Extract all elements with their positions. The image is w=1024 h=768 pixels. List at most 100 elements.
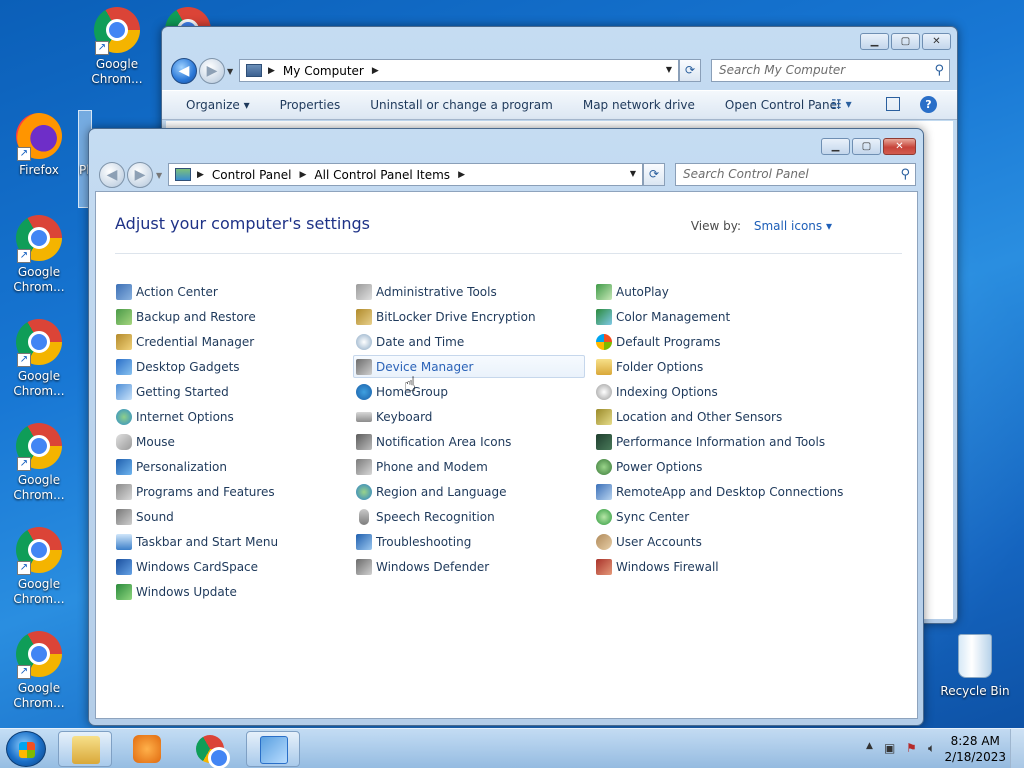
taskbar: ▲ ▣ ⚑ 🔈︎ 8:28 AM 2/18/2023 (0, 728, 1024, 768)
cp-item-bitlocker[interactable]: BitLocker Drive Encryption (353, 305, 537, 328)
cp-item-taskbar-start-menu[interactable]: Taskbar and Start Menu (113, 530, 279, 553)
clock[interactable]: 8:28 AM 2/18/2023 (944, 733, 1006, 765)
desktop-icon-recycle-bin[interactable]: Recycle Bin (938, 632, 1012, 699)
cp-item-region-and-language[interactable]: Region and Language (353, 480, 508, 503)
desktop-icon-chrome-6[interactable]: ↗ Google Chrom... (2, 630, 76, 711)
chevron-down-icon[interactable]: ▼ (666, 65, 672, 74)
cp-item-sync-center[interactable]: Sync Center (593, 505, 690, 528)
forward-button[interactable]: ▶ (127, 162, 153, 188)
search-icon[interactable]: ⚲ (900, 164, 910, 185)
cp-item-mouse[interactable]: Mouse (113, 430, 176, 453)
desktop-icon-firefox[interactable]: ↗ Firefox (2, 112, 76, 178)
cp-item-remoteapp[interactable]: RemoteApp and Desktop Connections (593, 480, 844, 503)
map-network-drive-button[interactable]: Map network drive (583, 98, 695, 112)
cp-item-sound[interactable]: Sound (113, 505, 175, 528)
chevron-down-icon[interactable]: ▼ (630, 169, 636, 178)
cp-item-administrative-tools[interactable]: Administrative Tools (353, 280, 498, 303)
taskbar-control-panel-button[interactable] (246, 731, 300, 767)
cp-item-indexing-options[interactable]: Indexing Options (593, 380, 719, 403)
recent-pages-dropdown[interactable]: ▼ (156, 171, 162, 180)
cp-item-keyboard[interactable]: Keyboard (353, 405, 433, 428)
microphone-icon (359, 508, 369, 525)
network-icon[interactable]: ▣ (884, 741, 895, 755)
taskbar-chrome-button[interactable] (183, 731, 237, 768)
cp-item-windows-firewall[interactable]: Windows Firewall (593, 555, 720, 578)
cp-item-default-programs[interactable]: Default Programs (593, 330, 722, 353)
cp-item-action-center[interactable]: Action Center (113, 280, 219, 303)
cp-item-date-and-time[interactable]: Date and Time (353, 330, 465, 353)
cp-item-programs-and-features[interactable]: Programs and Features (113, 480, 276, 503)
view-by-dropdown[interactable]: Small icons ▾ (754, 219, 832, 233)
cp-item-power-options[interactable]: Power Options (593, 455, 703, 478)
taskbar-media-player-button[interactable] (120, 731, 174, 767)
recycle-bin-icon (951, 634, 999, 682)
cp-item-desktop-gadgets[interactable]: Desktop Gadgets (113, 355, 241, 378)
minimize-button[interactable]: ▁ (821, 138, 850, 155)
remoteapp-icon (596, 483, 612, 500)
search-input[interactable]: Search My Computer ⚲ (711, 59, 950, 82)
cp-item-homegroup[interactable]: HomeGroup (353, 380, 449, 403)
control-panel-window[interactable]: ▁ ▢ ✕ ◀ ▶ ▼ ▶ Control Panel ▶ All Contro… (88, 128, 924, 726)
back-button[interactable]: ◀ (99, 162, 125, 188)
volume-icon[interactable]: 🔈︎ (928, 741, 935, 756)
cp-item-troubleshooting[interactable]: Troubleshooting (353, 530, 472, 553)
cp-item-windows-cardspace[interactable]: Windows CardSpace (113, 555, 259, 578)
recent-pages-dropdown[interactable]: ▼ (227, 67, 233, 76)
desktop-icon-chrome-partial[interactable] (158, 6, 218, 28)
refresh-button[interactable]: ⟳ (679, 59, 701, 82)
refresh-button[interactable]: ⟳ (643, 163, 665, 186)
breadcrumb-control-panel[interactable]: Control Panel (212, 168, 292, 182)
minimize-button[interactable]: ▁ (860, 33, 889, 50)
cp-item-getting-started[interactable]: Getting Started (113, 380, 230, 403)
cp-item-backup-and-restore[interactable]: Backup and Restore (113, 305, 257, 328)
address-bar[interactable]: ▶ My Computer ▶ ▼ (239, 59, 679, 82)
help-icon[interactable]: ? (920, 96, 937, 113)
cp-item-location-sensors[interactable]: Location and Other Sensors (593, 405, 783, 428)
cp-item-user-accounts[interactable]: User Accounts (593, 530, 703, 553)
chrome-icon: ↗ (15, 423, 63, 471)
cp-item-notification-area-icons[interactable]: Notification Area Icons (353, 430, 512, 453)
desktop-icon-label: Google Chrom... (13, 681, 65, 710)
cp-item-color-management[interactable]: Color Management (593, 305, 731, 328)
view-options-icon[interactable]: ☷ ▾ (831, 97, 852, 111)
cp-item-device-manager[interactable]: Device Manager (353, 355, 585, 378)
show-hidden-icons-icon[interactable]: ▲ (866, 741, 873, 751)
open-control-panel-button[interactable]: Open Control Panel (725, 98, 840, 112)
start-button[interactable] (6, 731, 46, 767)
breadcrumb-my-computer[interactable]: My Computer (283, 64, 364, 78)
show-desktop-button[interactable] (1010, 729, 1024, 768)
cp-item-windows-defender[interactable]: Windows Defender (353, 555, 490, 578)
taskbar-explorer-button[interactable] (58, 731, 112, 767)
desktop-icon-chrome-2[interactable]: ↗ Google Chrom... (2, 214, 76, 295)
organize-menu[interactable]: Organize ▾ (186, 98, 250, 112)
desktop-icon-chrome-3[interactable]: ↗ Google Chrom... (2, 318, 76, 399)
cp-item-speech-recognition[interactable]: Speech Recognition (353, 505, 496, 528)
maximize-button[interactable]: ▢ (891, 33, 920, 50)
desktop-icon-chrome-5[interactable]: ↗ Google Chrom... (2, 526, 76, 607)
cp-item-performance-information[interactable]: Performance Information and Tools (593, 430, 826, 453)
cp-item-phone-and-modem[interactable]: Phone and Modem (353, 455, 489, 478)
forward-button[interactable]: ▶ (199, 58, 225, 84)
cp-item-folder-options[interactable]: Folder Options (593, 355, 704, 378)
search-input[interactable]: Search Control Panel ⚲ (675, 163, 916, 186)
cp-item-personalization[interactable]: Personalization (113, 455, 228, 478)
close-button[interactable]: ✕ (922, 33, 951, 50)
cp-item-credential-manager[interactable]: Credential Manager (113, 330, 255, 353)
maximize-button[interactable]: ▢ (852, 138, 881, 155)
action-center-icon[interactable]: ⚑ (906, 741, 917, 755)
search-icon[interactable]: ⚲ (934, 60, 944, 81)
preview-pane-icon[interactable] (886, 97, 900, 111)
cp-item-windows-update[interactable]: Windows Update (113, 580, 238, 603)
close-button[interactable]: ✕ (883, 138, 916, 155)
uninstall-program-button[interactable]: Uninstall or change a program (370, 98, 553, 112)
address-bar[interactable]: ▶ Control Panel ▶ All Control Panel Item… (168, 163, 643, 186)
back-button[interactable]: ◀ (171, 58, 197, 84)
cp-item-autoplay[interactable]: AutoPlay (593, 280, 670, 303)
desktop-icon-label: Google Chrom... (13, 265, 65, 294)
cp-item-internet-options[interactable]: Internet Options (113, 405, 235, 428)
desktop-icon-chrome-1[interactable]: ↗ Google Chrom... (80, 6, 154, 87)
properties-button[interactable]: Properties (280, 98, 341, 112)
desktop-icon-chrome-4[interactable]: ↗ Google Chrom... (2, 422, 76, 503)
breadcrumb-all-items[interactable]: All Control Panel Items (314, 168, 450, 182)
page-title: Adjust your computer's settings (115, 214, 370, 233)
